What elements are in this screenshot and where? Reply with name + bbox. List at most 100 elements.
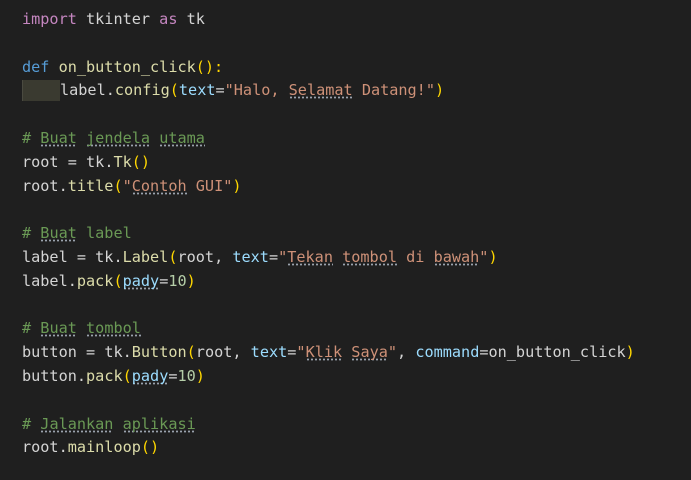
code-line[interactable]: def on_button_click(): [22, 56, 691, 80]
code-line[interactable]: ​ [22, 294, 691, 318]
code-token: ) [625, 343, 635, 362]
code-token: pack [76, 271, 114, 290]
code-token: ( [113, 176, 123, 195]
code-token: = [58, 152, 87, 171]
spellcheck-token: Saya [351, 343, 388, 362]
spellcheck-token: pady [131, 366, 169, 385]
code-line[interactable]: root.mainloop() [22, 436, 691, 460]
code-token: text [178, 81, 216, 100]
code-token: button [22, 343, 77, 362]
code-token: () [131, 152, 151, 171]
code-token: command [415, 343, 480, 362]
spellcheck-token: utama [159, 128, 205, 147]
code-token: tk [104, 343, 123, 362]
code-token: Button [131, 343, 187, 362]
code-token: on_button_click [58, 57, 196, 76]
code-token: ( [113, 271, 123, 290]
code-line[interactable]: label.pack(pady=10) [22, 270, 691, 294]
code-token: text [232, 247, 269, 266]
code-token: " [278, 247, 288, 266]
code-token: () [140, 438, 160, 457]
code-token: = [168, 366, 178, 385]
code-token: , [232, 343, 251, 362]
code-token: ( [186, 343, 196, 362]
code-token: = [268, 247, 279, 266]
code-token: . [58, 438, 68, 457]
code-token: label [22, 247, 68, 266]
code-token: root [177, 247, 215, 266]
code-line[interactable]: ​ [22, 103, 691, 127]
code-token: ) [434, 81, 445, 100]
code-token: , [214, 247, 233, 266]
code-token: tk [86, 152, 105, 171]
spellcheck-token: Selamat [288, 81, 353, 100]
code-token: config [114, 81, 170, 100]
code-line[interactable]: ​ [22, 198, 691, 222]
code-line[interactable]: ​ [22, 32, 691, 56]
code-token: " [387, 343, 398, 362]
spellcheck-token: Tekan [287, 247, 333, 266]
spellcheck-token: jendela [86, 128, 151, 147]
code-token: tkinter [76, 10, 160, 28]
spellcheck-token: Jalankan [40, 414, 114, 433]
code-line[interactable]: # Buat tombol [22, 317, 691, 341]
code-token: pack [86, 366, 123, 385]
code-line[interactable]: label = tk.Label(root, text="Tekan tombo… [22, 246, 691, 270]
code-token: label [76, 224, 132, 243]
code-token: = [479, 343, 489, 362]
code-token: . [76, 366, 87, 385]
code-token: text [250, 343, 288, 362]
code-line[interactable]: # Buat label [22, 222, 691, 246]
code-token: . [105, 81, 115, 100]
code-token: # [22, 319, 41, 338]
code-token: ) [186, 271, 196, 290]
code-token: " [296, 343, 306, 362]
code-line[interactable]: button.pack(pady=10) [22, 365, 691, 389]
code-token: import [22, 10, 77, 28]
code-line[interactable]: import tkinter as tk [22, 8, 691, 32]
code-token: ( [169, 81, 179, 100]
code-token: Label [122, 247, 169, 266]
spellcheck-token: Contoh [131, 176, 187, 195]
code-token: Tk [113, 152, 132, 171]
code-token: ) [195, 366, 205, 385]
code-line[interactable]: label.config(text="Halo, Selamat Datang!… [22, 79, 691, 103]
spellcheck-token: Klik [305, 343, 343, 362]
indent-highlight [22, 80, 60, 102]
spellcheck-token: aplikasi [122, 414, 196, 433]
spellcheck-token: pady [122, 271, 160, 290]
code-token: = [215, 81, 225, 100]
code-line[interactable]: # Jalankan aplikasi [22, 413, 691, 437]
code-token: . [113, 247, 123, 266]
code-editor[interactable]: import tkinter as tk​def on_button_click… [0, 0, 691, 480]
code-token: ( [122, 366, 132, 385]
code-token: # [22, 224, 41, 243]
code-token: root [195, 343, 233, 362]
code-token: root [22, 152, 59, 171]
code-token: label [22, 271, 68, 290]
code-token: def [22, 57, 50, 76]
code-token: ) [232, 176, 242, 195]
spellcheck-token: bawah [433, 247, 480, 266]
code-line[interactable]: # Buat jendela utama [22, 127, 691, 151]
code-line[interactable]: ​ [22, 389, 691, 413]
code-token: tk [95, 247, 114, 266]
code-token: = [76, 343, 105, 362]
code-token: label [60, 81, 106, 100]
code-token: (): [195, 57, 224, 76]
code-line[interactable]: root.title("Contoh GUI") [22, 175, 691, 199]
code-token: on_button_click [488, 343, 626, 362]
spellcheck-token: tombol [342, 247, 397, 266]
code-token: button [22, 366, 77, 385]
code-line[interactable]: root = tk.Tk() [22, 151, 691, 175]
code-line[interactable]: button = tk.Button(root, text="Klik Saya… [22, 341, 691, 365]
code-token: root [22, 438, 59, 457]
code-token: . [67, 271, 77, 290]
code-token: di [397, 247, 434, 266]
code-token: root [22, 176, 59, 195]
